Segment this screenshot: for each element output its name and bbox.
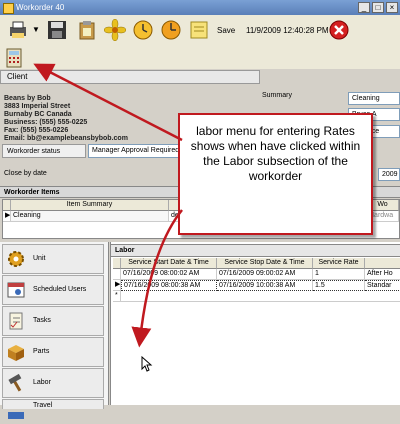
row-pointer-icon: ▶: [113, 280, 121, 291]
labor-rate-name-cell[interactable]: Standar: [365, 280, 400, 291]
save-disk-icon[interactable]: [46, 19, 68, 41]
labor-panel: Labor Service Start Date & Time Service …: [110, 242, 400, 405]
client-street: 3883 Imperial Street: [4, 103, 71, 110]
rates-calculator-icon[interactable]: [4, 48, 24, 68]
sidebar-item-label: Labor: [33, 379, 51, 386]
tasks-icon: [9, 312, 23, 330]
unit-gear-icon: [8, 251, 24, 267]
client-city: Burnaby BC Canada: [4, 111, 72, 118]
close-workorder-icon[interactable]: [328, 19, 350, 41]
client-business-phone: Business: (555) 555-0225: [4, 119, 88, 126]
workorder-status-button[interactable]: Workorder status: [2, 144, 86, 158]
sidebar-item-tasks[interactable]: Tasks: [2, 306, 104, 336]
minimize-button[interactable]: _: [358, 2, 370, 13]
labor-new-row[interactable]: [121, 291, 400, 302]
summary-label: Summary: [262, 92, 292, 99]
sidebar-item-label: Unit: [33, 255, 46, 262]
app-icon: [3, 3, 14, 14]
labor-stop-cell[interactable]: 07/16/2009 10:00:38 AM: [217, 280, 313, 291]
maximize-button[interactable]: □: [372, 2, 384, 13]
print-dropdown-chevron-icon[interactable]: ▼: [32, 25, 40, 34]
labor-stop-cell[interactable]: 07/16/2009 09:00:02 AM: [217, 269, 313, 280]
sidebar-item-travel[interactable]: Travel: [2, 399, 104, 419]
column-rate-name[interactable]: [365, 258, 400, 269]
new-row-marker[interactable]: *: [113, 291, 121, 302]
save-button[interactable]: Save: [217, 26, 235, 35]
labor-sub-toolbar: [0, 47, 400, 69]
labor-rate-cell[interactable]: 1.5: [313, 280, 365, 291]
sidebar-item-labor[interactable]: Labor: [2, 368, 104, 398]
summary-field[interactable]: Cleaning: [348, 92, 400, 105]
client-bar[interactable]: Client: [0, 70, 260, 84]
workorder-status-field[interactable]: Manager Approval Required: [88, 144, 186, 158]
parts-box-icon: [8, 345, 24, 361]
labor-row-header: [113, 258, 121, 269]
client-name: Beans by Bob: [4, 95, 51, 102]
sidebar-item-label: Parts: [33, 348, 50, 355]
clock-alt-icon[interactable]: [160, 19, 182, 41]
mouse-cursor-icon: [141, 356, 153, 372]
close-by-date-field[interactable]: 2009 08: [378, 168, 400, 181]
labor-start-cell[interactable]: 07/16/2009 08:00:38 AM: [121, 280, 217, 291]
column-item-summary[interactable]: Item Summary: [11, 200, 169, 211]
workorder-sidebar: Unit Scheduled Users Tasks Parts Labor T…: [0, 242, 109, 419]
row-indicator: [113, 269, 121, 280]
window-title: Workorder 40: [16, 3, 65, 12]
sidebar-item-unit[interactable]: Unit: [2, 244, 104, 274]
clipboard-icon[interactable]: [76, 19, 98, 41]
annotation-callout: labor menu for entering Rates shows when…: [178, 113, 373, 235]
scheduled-users-icon: [7, 282, 25, 298]
sidebar-item-scheduled-users[interactable]: Scheduled Users: [2, 275, 104, 305]
clock-icon[interactable]: [132, 19, 154, 41]
labor-hammer-icon: [8, 373, 22, 392]
close-window-button[interactable]: ×: [386, 2, 398, 13]
sidebar-item-label: Tasks: [33, 317, 51, 324]
window-title-bar: Workorder 40 _ □ ×: [0, 0, 400, 15]
flower-icon[interactable]: [104, 19, 126, 41]
items-row-header: [3, 200, 11, 211]
labor-grid: Service Start Date & Time Service Stop D…: [113, 258, 400, 338]
sidebar-item-label: Scheduled Users: [33, 286, 87, 293]
sidebar-item-label: Travel: [33, 402, 53, 409]
column-service-rate[interactable]: Service Rate: [313, 258, 365, 269]
sidebar-item-parts[interactable]: Parts: [2, 337, 104, 367]
labor-rate-cell[interactable]: 1: [313, 269, 365, 280]
note-icon[interactable]: [188, 19, 210, 41]
client-email: Email: bb@examplebeansbybob.com: [4, 135, 128, 142]
travel-icon: [8, 412, 24, 419]
workorder-datetime: 11/9/2009 12:40:28 PM: [246, 26, 329, 35]
item-summary-cell[interactable]: Cleaning: [11, 211, 169, 222]
column-service-start[interactable]: Service Start Date & Time: [121, 258, 217, 269]
client-address-block: Beans by Bob 3883 Imperial Street Burnab…: [4, 95, 128, 143]
row-pointer-icon: ▶: [3, 211, 11, 222]
main-toolbar: ▼ Save 11/9/2009 12:40:28 PM: [0, 15, 400, 48]
labor-rate-name-cell[interactable]: After Ho: [365, 269, 400, 280]
labor-start-cell[interactable]: 07/16/2009 08:00:02 AM: [121, 269, 217, 280]
close-by-date-label: Close by date: [4, 170, 47, 177]
print-icon[interactable]: [8, 19, 30, 41]
column-service-stop[interactable]: Service Stop Date & Time: [217, 258, 313, 269]
client-fax: Fax: (555) 555-0226: [4, 127, 69, 134]
labor-section-header: Labor: [111, 244, 400, 257]
